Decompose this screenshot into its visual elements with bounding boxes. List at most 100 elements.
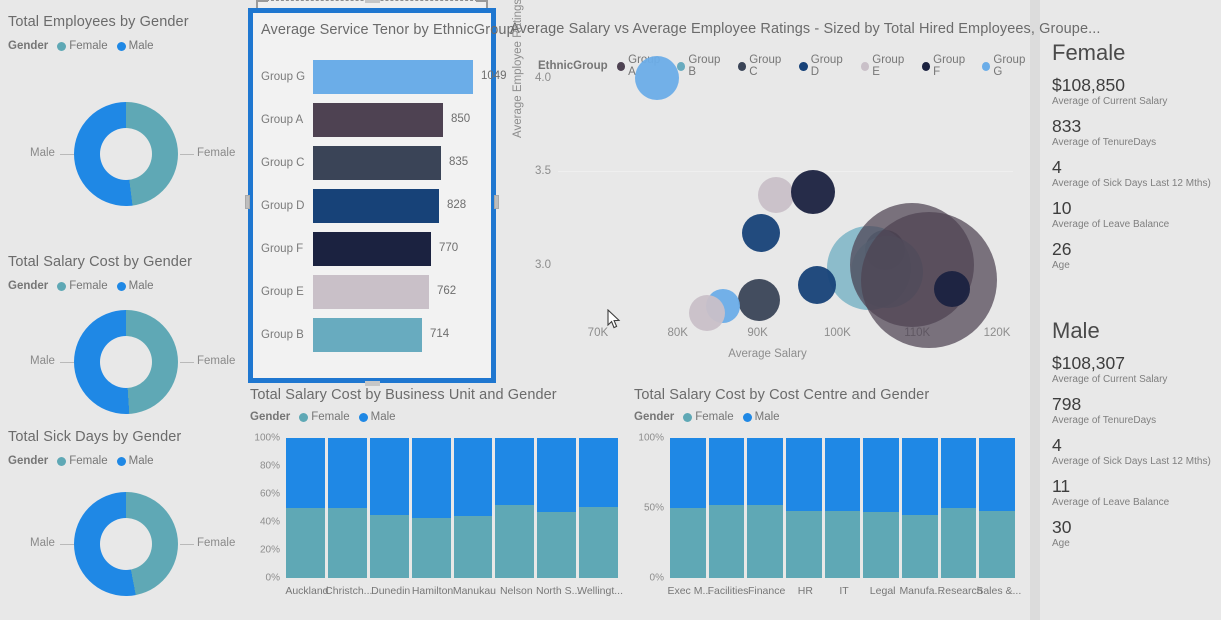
column-segment-female[interactable] — [863, 512, 899, 578]
bar-row[interactable]: Group B 714 — [261, 313, 483, 356]
bar-chart-plot[interactable]: Group G 1049 Group A 850 Group C 835 Group D 82… — [253, 49, 507, 378]
visual-salary-by-business-unit[interactable]: Total Salary Cost by Business Unit and G… — [248, 386, 628, 620]
stacked-column[interactable] — [369, 438, 409, 578]
stacked-column[interactable] — [579, 438, 618, 578]
column-segment-female[interactable] — [286, 508, 325, 578]
scatter-bubble[interactable] — [797, 266, 836, 305]
column-segment-male[interactable] — [786, 438, 822, 511]
bar-row[interactable]: Group C 835 — [261, 141, 483, 184]
stacked-column[interactable] — [537, 438, 577, 578]
stacked-column[interactable] — [708, 438, 745, 578]
stacked-column[interactable] — [453, 438, 493, 578]
stack2-legend[interactable]: Gender Female Male — [634, 411, 780, 423]
stacked-column[interactable] — [670, 438, 706, 578]
scatter-bubble[interactable] — [634, 55, 679, 100]
scatter-bubble[interactable] — [790, 169, 835, 214]
stack2-plot-area[interactable]: 0% 50% 100% Exec M... Facilities Finance HR IT L… — [638, 433, 1021, 598]
stacked-column[interactable] — [747, 438, 783, 578]
column-segment-female[interactable] — [670, 508, 706, 578]
column-segment-female[interactable] — [708, 505, 745, 578]
scatter-plot-area[interactable]: 3.03.54.070K80K90K100K110K120K — [535, 55, 1013, 348]
resize-handle-left[interactable] — [245, 195, 250, 209]
column-segment-female[interactable] — [369, 515, 409, 578]
bar-row[interactable]: Group F 770 — [261, 227, 483, 270]
visual-donut-3[interactable]: Total Sick Days by Gender Gender Female Mal… — [8, 429, 240, 619]
scatter-bubble[interactable] — [861, 211, 998, 348]
stacked-column[interactable] — [979, 438, 1015, 578]
card-male[interactable]: Male $108,307 Average of Current Salary 798… — [1052, 318, 1221, 549]
stacked-column[interactable] — [902, 438, 938, 578]
column-segment-male[interactable] — [537, 438, 577, 513]
column-segment-male[interactable] — [286, 438, 325, 508]
stack-legend-item-male[interactable]: Male — [358, 411, 396, 423]
stacked-column[interactable] — [786, 438, 822, 578]
donut-ring[interactable] — [74, 492, 178, 596]
stack-legend-item-female[interactable]: Female — [683, 411, 734, 423]
column-segment-female[interactable] — [824, 510, 861, 578]
donut-ring[interactable] — [74, 102, 178, 206]
stacked-column[interactable] — [286, 438, 325, 578]
column-segment-female[interactable] — [902, 515, 938, 578]
donut-ring[interactable] — [74, 309, 178, 414]
visual-donut-2[interactable]: Total Salary Cost by Gender Gender Female M… — [8, 254, 240, 429]
column-segment-male[interactable] — [824, 438, 861, 511]
stacked-column[interactable] — [327, 438, 367, 578]
column-segment-female[interactable] — [747, 505, 783, 578]
stacked-column[interactable] — [411, 438, 451, 578]
scatter-bubble[interactable] — [738, 279, 781, 322]
donut-legend-item-female[interactable]: Female — [57, 280, 108, 292]
column-segment-female[interactable] — [579, 506, 618, 578]
column-segment-male[interactable] — [579, 438, 618, 507]
resize-handle-top[interactable] — [365, 0, 380, 3]
column-segment-female[interactable] — [979, 510, 1015, 578]
column-segment-male[interactable] — [327, 438, 367, 508]
bar-segment[interactable] — [313, 188, 439, 223]
scatter-bubble[interactable] — [689, 295, 726, 332]
stacked-column[interactable] — [495, 438, 535, 578]
column-segment-male[interactable] — [863, 438, 899, 513]
scatter-bubble[interactable] — [934, 270, 971, 307]
column-segment-male[interactable] — [902, 438, 938, 515]
stacked-column[interactable] — [863, 438, 899, 578]
visual-average-salary-vs-ratings[interactable]: Average Salary vs Average Employee Ratin… — [500, 0, 1100, 383]
stack1-plot-area[interactable]: 0% 20% 40% 60% 80% 100% Auckland Christch... Dun… — [254, 433, 623, 598]
donut-legend-item-male[interactable]: Male — [116, 40, 154, 52]
column-segment-female[interactable] — [453, 516, 493, 578]
bar-segment[interactable] — [313, 317, 422, 352]
bar-segment[interactable] — [313, 59, 473, 94]
stack-legend-item-female[interactable]: Female — [299, 411, 350, 423]
column-segment-male[interactable] — [940, 438, 977, 508]
visual-donut-1[interactable]: Total Employees by Gender Gender Female Mal… — [8, 14, 240, 254]
scatter-bubble[interactable] — [757, 177, 794, 214]
donut-legend-item-female[interactable]: Female — [57, 455, 108, 467]
column-segment-female[interactable] — [495, 505, 535, 578]
column-segment-male[interactable] — [411, 438, 451, 518]
bar-row[interactable]: Group A 850 — [261, 98, 483, 141]
scatter-bubble[interactable] — [741, 213, 780, 252]
stack-legend-item-male[interactable]: Male — [742, 411, 780, 423]
visual-salary-by-cost-centre[interactable]: Total Salary Cost by Cost Centre and Gen… — [632, 386, 1030, 620]
donut-legend-item-male[interactable]: Male — [116, 280, 154, 292]
stacked-column[interactable] — [940, 438, 977, 578]
donut-legend-item-male[interactable]: Male — [116, 455, 154, 467]
column-segment-male[interactable] — [708, 438, 745, 506]
column-segment-female[interactable] — [537, 512, 577, 578]
bar-segment[interactable] — [313, 102, 443, 137]
column-segment-male[interactable] — [747, 438, 783, 506]
bar-row[interactable]: Group D 828 — [261, 184, 483, 227]
column-segment-male[interactable] — [979, 438, 1015, 511]
column-segment-female[interactable] — [940, 508, 977, 578]
bar-row[interactable]: Group G 1049 — [261, 55, 507, 98]
column-segment-male[interactable] — [670, 438, 706, 508]
column-segment-male[interactable] — [369, 438, 409, 515]
column-segment-female[interactable] — [327, 508, 367, 578]
stack1-legend[interactable]: Gender Female Male — [250, 411, 396, 423]
column-segment-female[interactable] — [411, 517, 451, 578]
bar-segment[interactable] — [313, 145, 441, 180]
bar-segment[interactable] — [313, 274, 429, 309]
bar-segment[interactable] — [313, 231, 431, 266]
column-segment-male[interactable] — [495, 438, 535, 506]
column-segment-male[interactable] — [453, 438, 493, 517]
visual-average-service-tenor-by-ethnicgroup[interactable]: Average Service Tenor by EthnicGroup Gro… — [245, 8, 621, 386]
stacked-column[interactable] — [824, 438, 861, 578]
